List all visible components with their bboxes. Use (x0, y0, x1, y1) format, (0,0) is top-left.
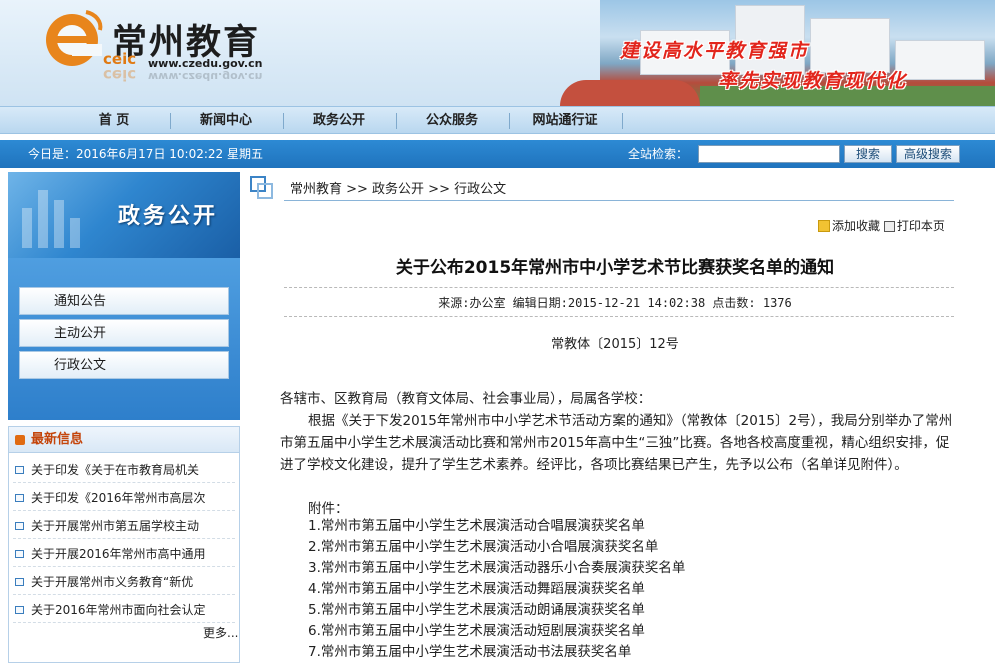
page-tools: 添加收藏 打印本页 (818, 217, 945, 234)
attachment-link[interactable]: 5.常州市第五届中小学生艺术展演活动朗诵展演获奖名单 (308, 600, 968, 621)
news-item-text: 关于印发《2016年常州市高层次 (31, 491, 206, 505)
info-bar: 今日是：2016年6月17日 10:02:22 星期五 全站检索： 搜索 高级搜… (0, 140, 995, 168)
news-item-text: 关于开展2016年常州市高中通用 (31, 547, 206, 561)
search-input[interactable] (698, 145, 840, 163)
nav-news-center[interactable]: 新闻中心 (170, 107, 282, 134)
sidebar-section-title: 政务公开 (117, 203, 218, 229)
news-item-text: 关于开展常州市义务教育“新优 (31, 575, 194, 589)
add-favorite-label: 添加收藏 (832, 219, 881, 233)
news-item-text: 关于开展常州市第五届学校主动 (31, 519, 200, 533)
news-item-text: 关于2016年常州市面向社会认定 (31, 603, 206, 617)
attachment-link[interactable]: 1.常州市第五届中小学生艺术展演活动合唱展演获奖名单 (308, 516, 968, 537)
logo-text-reflection: ceic (103, 66, 137, 84)
attachment-link[interactable]: 4.常州市第五届中小学生艺术展演活动舞蹈展演获奖名单 (308, 579, 968, 600)
sidebar-menu: 通知公告 主动公开 行政公文 (8, 258, 240, 420)
breadcrumb: 常州教育 >> 政务公开 >> 行政公文 (290, 182, 507, 197)
bullet-icon (15, 494, 24, 502)
news-item[interactable]: 关于开展2016年常州市高中通用 (13, 541, 235, 567)
news-item[interactable]: 关于印发《关于在市教育局机关 (13, 457, 235, 483)
nav-public-services[interactable]: 公众服务 (396, 107, 508, 134)
attachment-link[interactable]: 2.常州市第五届中小学生艺术展演活动小合唱展演获奖名单 (308, 537, 968, 558)
print-link[interactable]: 打印本页 (883, 219, 945, 233)
sidebar-item-disclosure[interactable]: 主动公开 (19, 319, 229, 347)
bullet-icon (15, 550, 24, 558)
search-label: 全站检索： (628, 147, 689, 161)
slogan-line1: 建设高水平教育强市 (620, 40, 810, 62)
slogan-line2: 率先实现教育现代化 (718, 70, 908, 92)
bullet-icon (15, 606, 24, 614)
document-number: 常教体〔2015〕12号 (551, 337, 679, 352)
latest-news-panel: 最新信息 关于印发《关于在市教育局机关 关于印发《2016年常州市高层次 关于开… (8, 426, 240, 663)
sidebar-item-documents[interactable]: 行政公文 (19, 351, 229, 379)
article-meta: 来源:办公室 编辑日期:2015-12-21 14:02:38 点击数: 137… (438, 296, 792, 310)
nav-site-pass[interactable]: 网站通行证 (509, 107, 621, 134)
breadcrumb-icon (250, 176, 273, 199)
add-favorite-link[interactable]: 添加收藏 (818, 219, 880, 233)
print-label: 打印本页 (896, 219, 945, 233)
site-url-reflection: www.czedu.gov.cn (148, 70, 263, 83)
attachment-link[interactable]: 7.常州市第五届中小学生艺术展演活动书法展获奖名单 (308, 642, 968, 663)
current-date: 今日是：2016年6月17日 10:02:22 星期五 (28, 147, 263, 161)
site-banner: 常州教育 ceic ceic www.czedu.gov.cn www.czed… (0, 0, 995, 106)
news-item[interactable]: 关于2016年常州市面向社会认定 (13, 597, 235, 623)
latest-news-title: 最新信息 (31, 432, 84, 447)
nav-home[interactable]: 首 页 (58, 107, 170, 134)
news-more-link[interactable]: 更多... (203, 624, 238, 641)
bullet-icon (15, 466, 24, 474)
news-item[interactable]: 关于印发《2016年常州市高层次 (13, 485, 235, 511)
main-nav: 首 页 新闻中心 政务公开 公众服务 网站通行证 (0, 106, 995, 134)
nav-government-affairs[interactable]: 政务公开 (283, 107, 395, 134)
news-item[interactable]: 关于开展常州市义务教育“新优 (13, 569, 235, 595)
advanced-search-button[interactable]: 高级搜索 (896, 145, 960, 163)
article-title: 关于公布2015年常州市中小学艺术节比赛获奖名单的通知 (395, 258, 835, 278)
article-body: 根据《关于下发2015年常州市中小学艺术节活动方案的通知》（常教体〔2015〕2… (280, 413, 953, 473)
site-url: www.czedu.gov.cn (148, 57, 263, 70)
latest-news-header: 最新信息 (9, 427, 239, 453)
sidebar-item-notices[interactable]: 通知公告 (19, 287, 229, 315)
article-salutation: 各辖市、区教育局（教育文体局、社会事业局），局属各学校： (280, 391, 652, 407)
search-button[interactable]: 搜索 (844, 145, 892, 163)
bullet-icon (15, 522, 24, 530)
news-header-icon (15, 435, 25, 445)
attachment-link[interactable]: 3.常州市第五届中小学生艺术展演活动器乐小合奏展演获奖名单 (308, 558, 968, 579)
star-icon (818, 220, 830, 232)
logo-icon[interactable] (42, 4, 104, 70)
news-item-text: 关于印发《关于在市教育局机关 (31, 463, 200, 477)
attachment-link[interactable]: 6.常州市第五届中小学生艺术展演活动短剧展演获奖名单 (308, 621, 968, 642)
printer-icon (883, 221, 895, 232)
news-item[interactable]: 关于开展常州市第五届学校主动 (13, 513, 235, 539)
bullet-icon (15, 578, 24, 586)
sidebar-header: 政务公开 (8, 172, 240, 258)
